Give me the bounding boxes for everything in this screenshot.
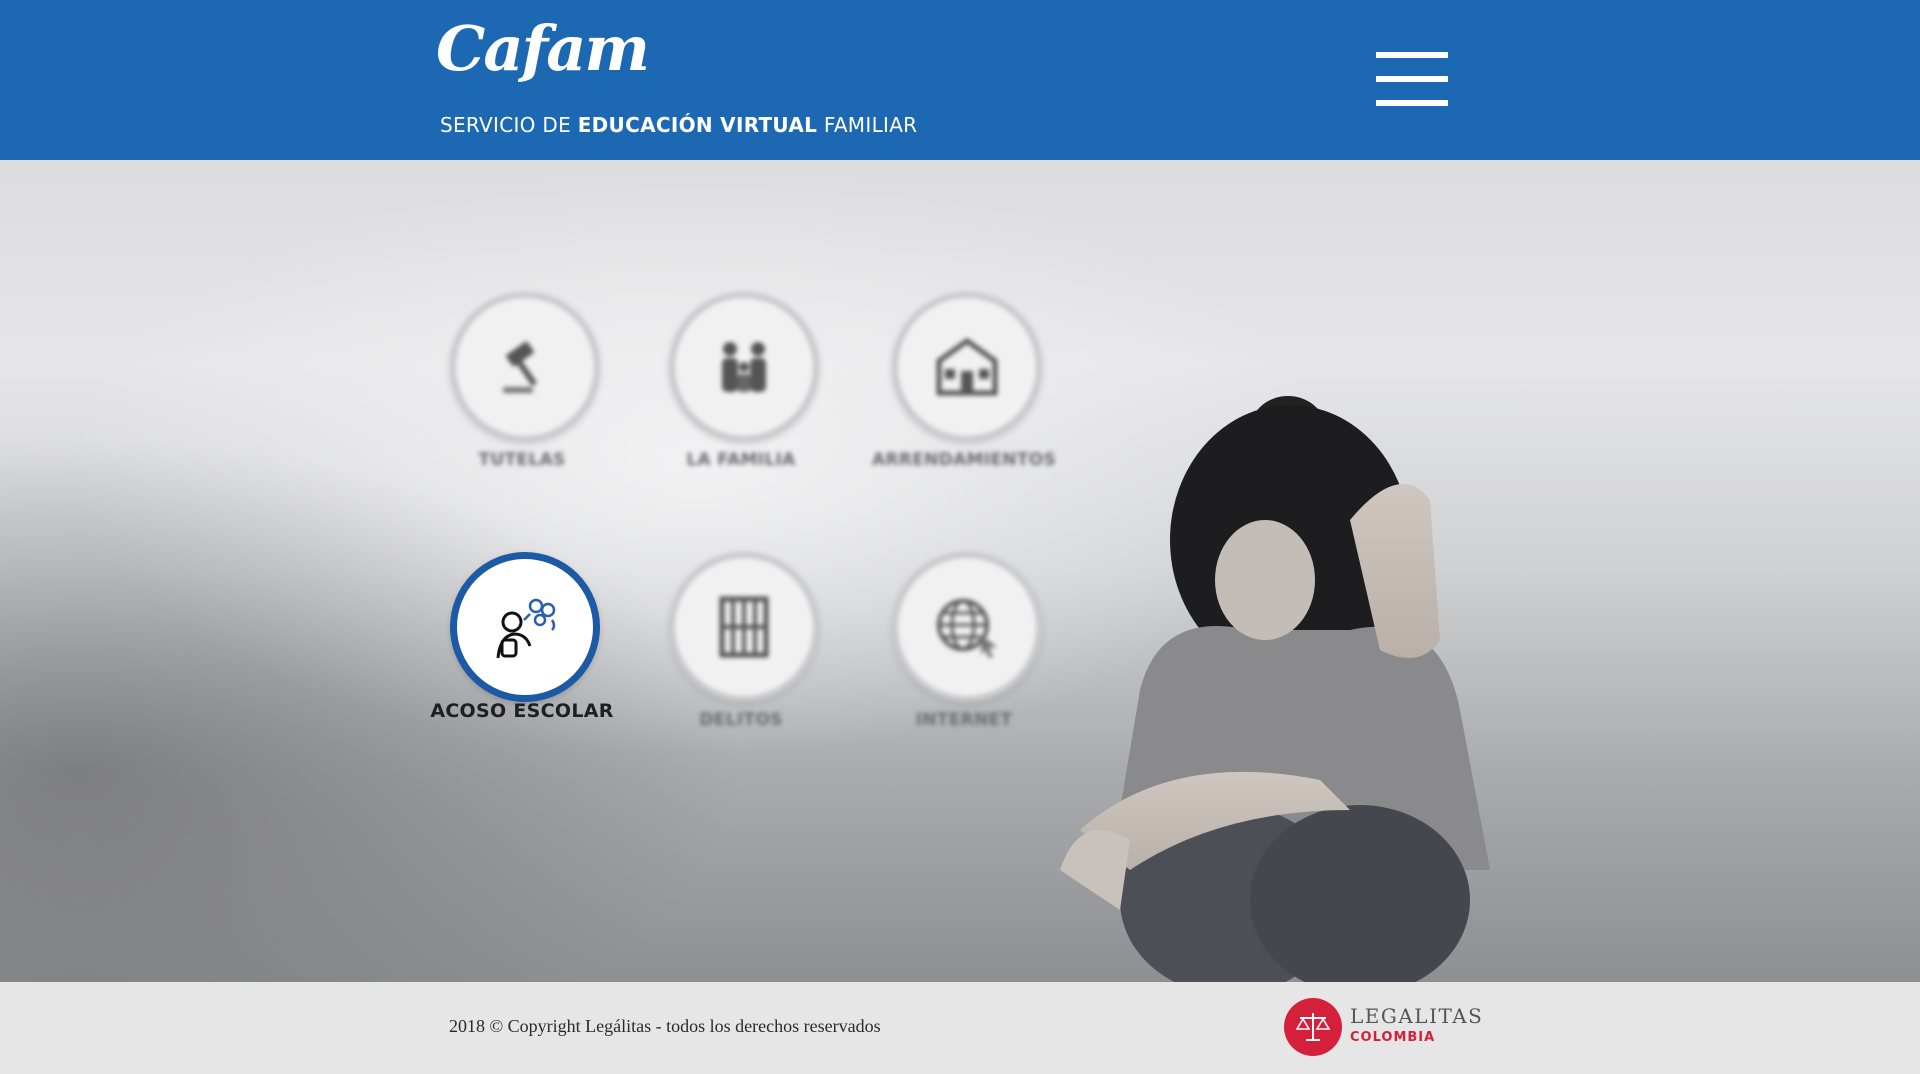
cafam-logo[interactable]: Cafam: [436, 18, 650, 80]
topic-la-familia[interactable]: LA FAMILIA: [641, 292, 841, 492]
house-icon: [936, 337, 998, 396]
topic-label: LA FAMILIA: [686, 450, 796, 470]
brand-country: COLOMBIA: [1350, 1030, 1436, 1045]
topic-label: DELITOS: [699, 710, 783, 730]
topic-label: INTERNET: [915, 710, 1013, 730]
gavel-icon: [503, 341, 538, 393]
globe-cursor-icon: [937, 599, 997, 658]
family-icon: [722, 342, 766, 392]
topic-label: TUTELAS: [478, 450, 566, 470]
site-header: Cafam SERVICIO DE EDUCACIÓN VIRTUAL FAMI…: [0, 0, 1920, 160]
topic-delitos[interactable]: DELITOS: [641, 552, 841, 752]
topic-tutelas[interactable]: TUTELAS: [422, 292, 622, 492]
brand-name: LEGALITAS: [1350, 1004, 1484, 1028]
site-tagline: SERVICIO DE EDUCACIÓN VIRTUAL FAMILIAR: [440, 113, 917, 137]
hamburger-menu-icon[interactable]: [1376, 52, 1448, 106]
legalitas-logo[interactable]: LEGALITAS COLOMBIA: [1284, 998, 1484, 1058]
copyright-text: 2018 © Copyright Legálitas - todos los d…: [449, 1016, 881, 1036]
tagline-highlight: EDUCACIÓN VIRTUAL: [577, 113, 818, 137]
jail-bars-icon: [719, 596, 769, 658]
topic-arrendamientos[interactable]: ARRENDAMIENTOS: [864, 292, 1064, 492]
tagline-prefix: SERVICIO DE: [440, 113, 572, 137]
tagline-suffix: FAMILIAR: [823, 113, 918, 137]
hero-photo: [1060, 396, 1490, 982]
topic-acoso-escolar[interactable]: ACOSO ESCOLAR: [422, 552, 622, 752]
topic-label: ARRENDAMIENTOS: [871, 450, 1057, 470]
topics-hero: TUTELAS LA FAMILIA ARRENDAMIENTOS ACOSO …: [0, 160, 1920, 982]
topic-label: ACOSO ESCOLAR: [430, 700, 614, 722]
topic-internet[interactable]: INTERNET: [864, 552, 1064, 752]
site-footer: 2018 © Copyright Legálitas - todos los d…: [0, 982, 1920, 1074]
bullying-icon: [496, 598, 556, 659]
scales-of-justice-icon: [1284, 998, 1342, 1056]
